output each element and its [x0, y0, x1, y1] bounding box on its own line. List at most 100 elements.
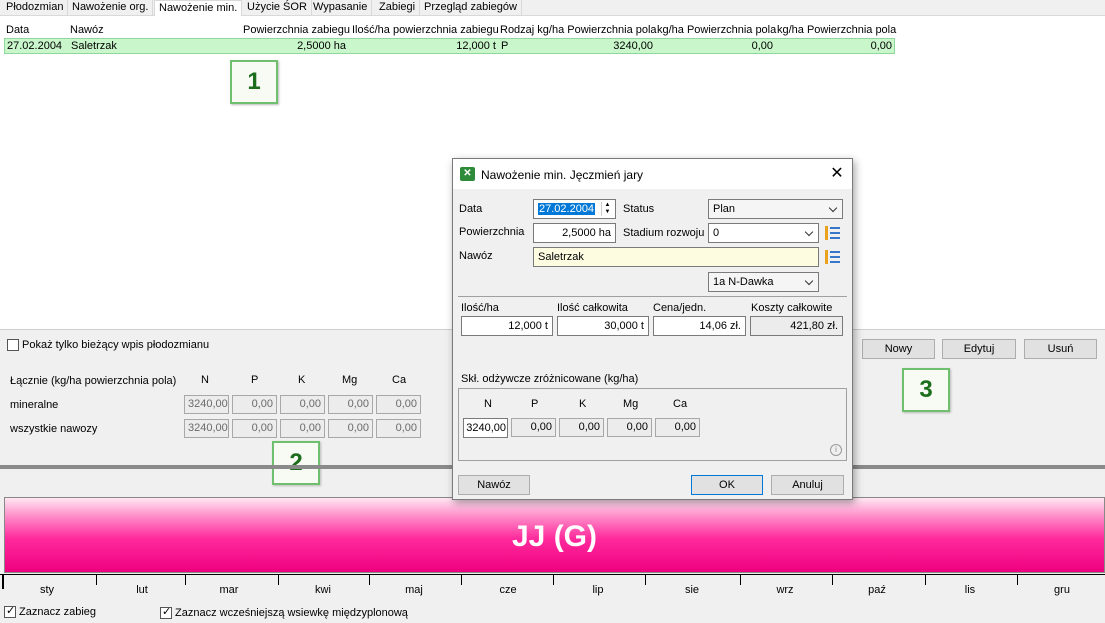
mark-earlier-undersown-checkbox[interactable] — [160, 605, 172, 619]
col-header-treatment-area[interactable]: Powierzchnia zabiegu — [243, 24, 350, 36]
tab-crop-rotation[interactable]: Płodozmian — [2, 0, 69, 16]
qty-field[interactable]: 12,000 t — [461, 316, 553, 336]
tab-treatments[interactable]: Zabiegi — [375, 0, 421, 16]
col-header-fertilizer[interactable]: Nawóz — [70, 24, 104, 36]
mark-earlier-undersown-label: Zaznacz wcześniejszą wsiewkę międzyplono… — [175, 607, 408, 619]
annotation-marker-2: 2 — [272, 441, 320, 485]
edit-button[interactable]: Edytuj — [942, 339, 1016, 359]
month-label: sie — [684, 584, 700, 596]
cell-kg-ha-2: 0,00 — [751, 40, 773, 52]
total-field[interactable]: 30,000 t — [557, 316, 649, 336]
dose-dropdown[interactable]: 1a N-Dawka — [708, 272, 819, 292]
fertilizer-field[interactable]: Saletrzak — [533, 247, 819, 267]
annotation-marker-1: 1 — [230, 60, 278, 104]
nutrients-panel: N P K Mg Ca 3240,00 0,00 0,00 0,00 0,00 … — [458, 388, 847, 461]
summary-col-mg: Mg — [342, 374, 358, 386]
tab-mineral-fertilization[interactable]: Nawożenie min. — [154, 0, 243, 17]
month-label: cze — [499, 584, 517, 596]
date-spinner[interactable]: ▲ ▼ — [601, 202, 613, 216]
status-dropdown[interactable]: Plan — [708, 199, 843, 219]
nutrient-ca-field: 0,00 — [655, 418, 700, 437]
month-label: sty — [39, 584, 55, 596]
date-label: Data — [459, 203, 483, 215]
cost-label: Koszty całkowite — [751, 302, 833, 314]
col-header-date[interactable]: Data — [6, 24, 29, 36]
summary-mineral-k: 0,00 — [280, 395, 325, 414]
fertilization-dialog: ✕ Nawożenie min. Jęczmień jary ✕ Data 27… — [452, 158, 853, 500]
summary-mineral-mg: 0,00 — [328, 395, 373, 414]
summary-title: Łącznie (kg/ha powierzchnia pola) — [10, 375, 177, 387]
cell-kg-ha-3: 0,00 — [870, 40, 892, 52]
info-icon[interactable]: i — [830, 444, 842, 456]
summary-col-p: P — [251, 374, 259, 386]
summary-all-mg: 0,00 — [328, 419, 373, 438]
crop-label: JJ (G) — [511, 520, 598, 553]
summary-all-ca: 0,00 — [376, 419, 421, 438]
nutrient-col-n: N — [484, 398, 492, 410]
stage-label: Stadium rozwoju — [623, 227, 705, 239]
nutrient-n-field[interactable]: 3240,00 — [463, 418, 508, 438]
tab-treatments-overview[interactable]: Przegląd zabiegów — [420, 0, 522, 16]
close-icon[interactable]: ✕ — [825, 163, 849, 185]
col-header-kg-ha-2[interactable]: kg/ha Powierzchnia pola — [657, 24, 776, 36]
cell-qty: 12,000 t — [456, 40, 496, 52]
show-current-only-label: Pokaż tylko bieżący wpis płodozmianu — [22, 339, 210, 351]
nutrient-col-mg: Mg — [623, 398, 639, 410]
app-icon: ✕ — [460, 167, 475, 181]
summary-row-label: mineralne — [10, 399, 59, 411]
month-label: maj — [405, 584, 423, 596]
crop-timeline-band[interactable]: JJ (G) — [4, 497, 1105, 573]
month-label: lip — [592, 584, 604, 596]
tab-bar: Płodozmian Nawożenie org. Nawożenie min.… — [0, 0, 1105, 17]
col-header-type-kg-ha[interactable]: Rodzaj kg/ha Powierzchnia pola — [500, 24, 657, 36]
fertilizer-label: Nawóz — [459, 250, 493, 262]
list-picker-icon[interactable] — [825, 226, 840, 240]
summary-col-ca: Ca — [392, 374, 407, 386]
dialog-title: Nawożenie min. Jęczmień jary — [481, 168, 644, 182]
price-label: Cena/jedn. — [653, 302, 707, 314]
divider — [458, 296, 847, 297]
new-button[interactable]: Nowy — [862, 339, 935, 359]
mark-treatment-label: Zaznacz zabieg — [19, 606, 97, 618]
ok-button[interactable]: OK — [691, 475, 763, 495]
nutrient-k-field: 0,00 — [559, 418, 604, 437]
month-label: gru — [1054, 584, 1070, 596]
col-header-qty-per-ha[interactable]: Ilość/ha powierzchnia zabiegu — [352, 24, 499, 36]
nutrient-col-ca: Ca — [673, 398, 688, 410]
month-tick — [645, 575, 646, 585]
month-axis: sty lut mar kwi maj cze lip sie wrz paź … — [0, 574, 1105, 598]
cost-field: 421,80 zł. — [750, 316, 843, 336]
month-tick — [461, 575, 462, 585]
tab-grazing[interactable]: Wypasanie — [309, 0, 373, 16]
fertilizer-picker-icon[interactable] — [825, 250, 840, 264]
cell-type: P — [501, 40, 509, 52]
tab-plant-protection[interactable]: Użycie ŚOR — [243, 0, 312, 16]
summary-row-label: wszystkie nawozy — [10, 423, 98, 435]
nutrient-mg-field: 0,00 — [607, 418, 652, 437]
delete-button[interactable]: Usuń — [1024, 339, 1097, 359]
summary-mineral-p: 0,00 — [232, 395, 277, 414]
price-field[interactable]: 14,06 zł. — [653, 316, 746, 336]
area-field[interactable]: 2,5000 ha — [533, 223, 616, 243]
show-current-only-checkbox[interactable] — [7, 339, 19, 351]
dialog-titlebar[interactable]: ✕ Nawożenie min. Jęczmień jary ✕ — [453, 159, 852, 189]
summary-col-k: K — [298, 374, 306, 386]
cell-date: 27.02.2004 — [7, 40, 63, 52]
annotation-marker-3: 3 — [902, 368, 950, 412]
col-header-kg-ha-3[interactable]: kg/ha Powierzchnia pola — [777, 24, 896, 36]
summary-all-n: 3240,00 — [184, 419, 229, 438]
stage-dropdown[interactable]: 0 — [708, 223, 819, 243]
nutrients-title: Skł. odżywcze zróżnicowane (kg/ha) — [461, 373, 639, 385]
month-label: kwi — [315, 584, 331, 596]
tab-organic-fertilization[interactable]: Nawożenie org. — [68, 0, 154, 16]
cancel-button[interactable]: Anuluj — [771, 475, 844, 495]
summary-col-n: N — [201, 374, 209, 386]
month-label: wrz — [776, 584, 794, 596]
date-value: 27.02.2004 — [538, 203, 596, 215]
date-field[interactable]: 27.02.2004 ▲ ▼ — [533, 199, 616, 219]
fertilizer-button[interactable]: Nawóz — [458, 475, 530, 495]
summary-all-k: 0,00 — [280, 419, 325, 438]
month-label: lis — [964, 584, 976, 596]
nutrient-col-p: P — [531, 398, 539, 410]
mark-treatment-checkbox[interactable] — [4, 604, 16, 618]
